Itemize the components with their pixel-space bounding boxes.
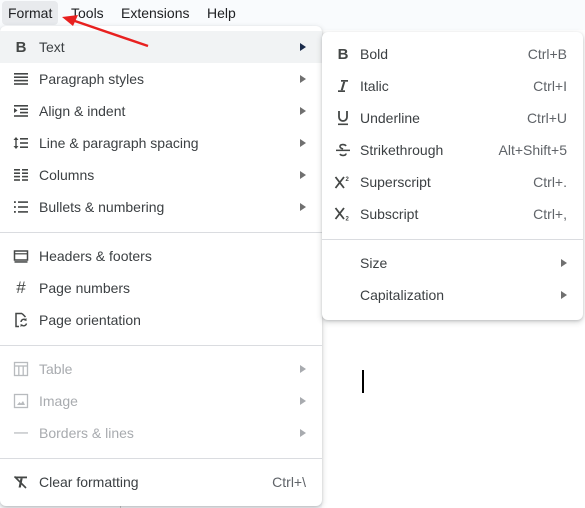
- menu-item-paragraph-styles[interactable]: Paragraph styles: [0, 63, 322, 95]
- menu-item-page-orientation[interactable]: Page orientation: [0, 304, 322, 336]
- submenu-item-strikethrough[interactable]: Strikethrough Alt+Shift+5: [322, 134, 583, 166]
- headers-footers-icon: [12, 248, 30, 264]
- submenu-item-superscript[interactable]: 2 Superscript Ctrl+.: [322, 166, 583, 198]
- menu-item-page-numbers[interactable]: # Page numbers: [0, 272, 322, 304]
- menubar-format[interactable]: Format: [2, 1, 59, 25]
- menu-item-label: Capitalization: [360, 287, 445, 303]
- menubar-extensions[interactable]: Extensions: [115, 1, 195, 25]
- menu-item-headers-footers[interactable]: Headers & footers: [0, 240, 322, 272]
- text-cursor: [362, 370, 364, 393]
- menu-item-columns[interactable]: Columns: [0, 159, 322, 191]
- menu-item-label: Clear formatting: [39, 474, 139, 490]
- shortcut-label: Ctrl+,: [533, 206, 567, 222]
- submenu-arrow-icon: [300, 397, 306, 405]
- menu-item-label: Table: [39, 361, 73, 377]
- submenu-arrow-icon: [561, 291, 567, 299]
- submenu-arrow-icon: [300, 43, 306, 51]
- line-spacing-icon: [12, 135, 30, 151]
- borders-lines-icon: [12, 425, 30, 441]
- menubar-tools[interactable]: Tools: [65, 1, 110, 25]
- image-icon: [12, 393, 30, 409]
- menu-item-label: Columns: [39, 167, 95, 183]
- shortcut-label: Ctrl+B: [527, 46, 567, 62]
- shortcut-label: Ctrl+\: [272, 474, 306, 490]
- page-orientation-icon: [12, 312, 30, 328]
- menu-separator: [0, 458, 322, 459]
- bold-icon: B: [337, 45, 349, 63]
- shortcut-label: Ctrl+I: [533, 78, 567, 94]
- menu-item-label: Superscript: [360, 174, 431, 190]
- menu-item-label: Line & paragraph spacing: [39, 135, 199, 151]
- format-menu: B Text Paragraph styles Align & indent L…: [0, 26, 322, 506]
- svg-text:2: 2: [346, 217, 350, 222]
- submenu-arrow-icon: [561, 259, 567, 267]
- menu-item-line-spacing[interactable]: Line & paragraph spacing: [0, 127, 322, 159]
- menu-item-label: Image: [39, 393, 78, 409]
- menu-item-label: Text: [39, 39, 65, 55]
- menu-item-label: Page orientation: [39, 312, 141, 328]
- svg-text:2: 2: [346, 177, 350, 183]
- subscript-icon: 2: [334, 206, 352, 222]
- menu-item-label: Align & indent: [39, 103, 126, 119]
- submenu-arrow-icon: [300, 139, 306, 147]
- menu-separator: [322, 239, 583, 240]
- superscript-icon: 2: [334, 174, 352, 190]
- menu-item-image: Image: [0, 385, 322, 417]
- menu-bar: Format Tools Extensions Help: [0, 0, 585, 26]
- menu-item-label: Size: [360, 255, 388, 271]
- paragraph-styles-icon: [12, 71, 30, 87]
- submenu-item-underline[interactable]: Underline Ctrl+U: [322, 102, 583, 134]
- submenu-item-capitalization[interactable]: Capitalization: [322, 279, 583, 311]
- submenu-arrow-icon: [300, 171, 306, 179]
- menu-item-label: Strikethrough: [360, 142, 444, 158]
- menu-item-label: Bold: [360, 46, 389, 62]
- menu-item-borders-lines: Borders & lines: [0, 417, 322, 449]
- menu-item-text[interactable]: B Text: [0, 31, 322, 63]
- columns-icon: [12, 167, 30, 183]
- menu-item-label: Underline: [360, 110, 420, 126]
- menubar-help[interactable]: Help: [201, 1, 242, 25]
- shortcut-label: Ctrl+.: [533, 174, 567, 190]
- submenu-arrow-icon: [300, 365, 306, 373]
- bullets-icon: [12, 199, 30, 215]
- shortcut-label: Alt+Shift+5: [498, 142, 568, 158]
- bold-icon: B: [15, 38, 27, 56]
- hash-icon: #: [16, 278, 26, 297]
- underline-icon: [334, 110, 352, 126]
- submenu-arrow-icon: [300, 429, 306, 437]
- menu-item-label: Italic: [360, 78, 389, 94]
- menu-separator: [0, 345, 322, 346]
- italic-icon: [334, 78, 352, 94]
- strikethrough-icon: [334, 142, 352, 158]
- menu-item-bullets-numbering[interactable]: Bullets & numbering: [0, 191, 322, 223]
- menu-item-label: Headers & footers: [39, 248, 152, 264]
- menu-separator: [0, 232, 322, 233]
- submenu-item-size[interactable]: Size: [322, 247, 583, 279]
- align-indent-icon: [12, 103, 30, 119]
- menu-item-label: Page numbers: [39, 280, 131, 296]
- submenu-arrow-icon: [300, 75, 306, 83]
- submenu-arrow-icon: [300, 107, 306, 115]
- menu-item-table: Table: [0, 353, 322, 385]
- submenu-item-bold[interactable]: B Bold Ctrl+B: [322, 38, 583, 70]
- submenu-arrow-icon: [300, 203, 306, 211]
- menu-item-label: Paragraph styles: [39, 71, 145, 87]
- clear-formatting-icon: [12, 474, 30, 490]
- shortcut-label: Ctrl+U: [526, 110, 567, 126]
- text-submenu: B Bold Ctrl+B Italic Ctrl+I Underline Ct…: [322, 32, 583, 320]
- menu-item-label: Borders & lines: [39, 425, 134, 441]
- menu-item-align-indent[interactable]: Align & indent: [0, 95, 322, 127]
- menu-item-clear-formatting[interactable]: Clear formatting Ctrl+\: [0, 466, 322, 498]
- table-icon: [12, 361, 30, 377]
- submenu-item-italic[interactable]: Italic Ctrl+I: [322, 70, 583, 102]
- menu-item-label: Bullets & numbering: [39, 199, 165, 215]
- submenu-item-subscript[interactable]: 2 Subscript Ctrl+,: [322, 198, 583, 230]
- menu-item-label: Subscript: [360, 206, 419, 222]
